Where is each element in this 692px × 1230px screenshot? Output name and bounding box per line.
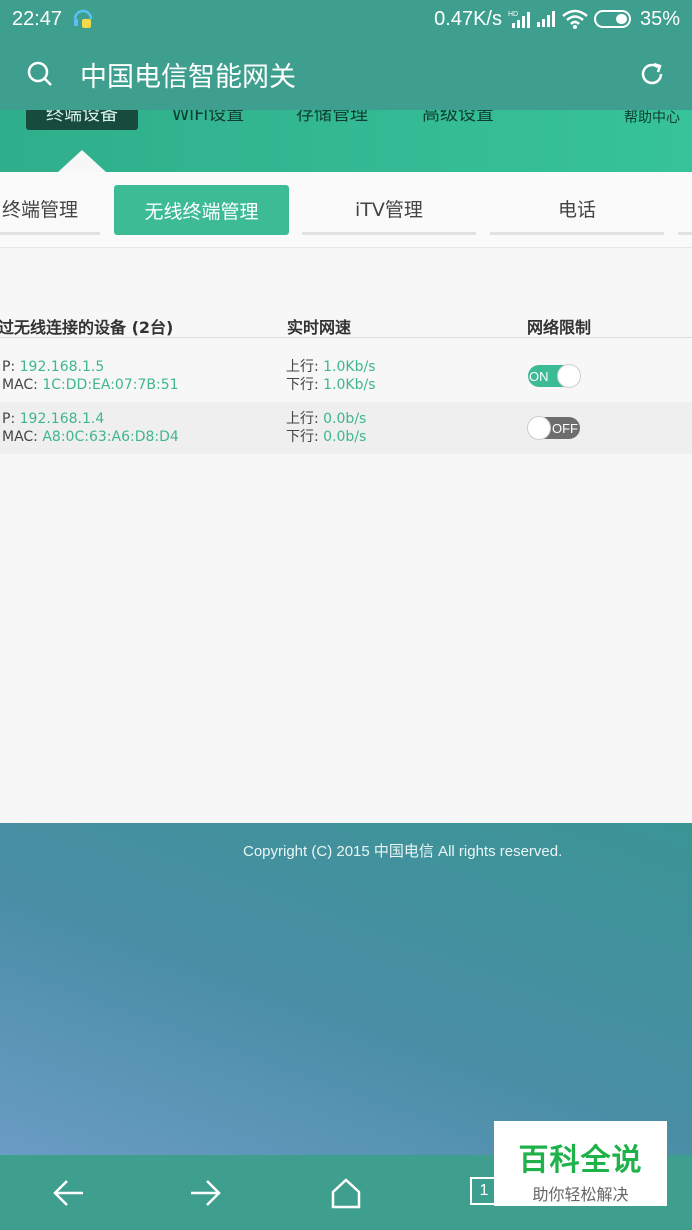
ip-label: P:	[2, 359, 16, 375]
active-nav-caret	[58, 150, 106, 172]
back-arrow-icon[interactable]	[48, 1173, 88, 1213]
device-info: P: 192.168.1.4 MAC: A8:0C:63:A6:D8:D4	[2, 410, 179, 446]
device-table: 过无线连接的设备 (2台) 实时网速 网络限制 P: 192.168.1.5 M…	[0, 300, 692, 454]
col-header-speed: 实时网速	[287, 318, 352, 337]
page-title[interactable]: 中国电信智能网关	[80, 55, 636, 94]
status-time: 22:47	[12, 7, 63, 30]
toggle-label: ON	[529, 368, 549, 384]
tab-wireless-terminal-management[interactable]: 无线终端管理	[114, 185, 289, 235]
nav-item-wifi-settings[interactable]: WiFi设置	[160, 110, 256, 130]
cell-signal-icon	[536, 10, 556, 28]
ip-value: 192.168.1.4	[19, 411, 105, 427]
forward-arrow-icon[interactable]	[186, 1173, 226, 1213]
svg-text:HD: HD	[508, 11, 518, 18]
page-footer: Copyright (C) 2015 中国电信 All rights reser…	[0, 823, 692, 1155]
refresh-icon[interactable]	[636, 58, 668, 90]
upload-label: 上行:	[286, 359, 319, 375]
mac-label: MAC:	[2, 377, 38, 393]
mac-value: 1C:DD:EA:07:7B:51	[42, 377, 179, 393]
battery-percent: 35%	[639, 7, 680, 30]
main-nav: 终端设备 WiFi设置 存储管理 高级设置 帮助中心	[0, 110, 692, 172]
device-info: P: 192.168.1.5 MAC: 1C:DD:EA:07:7B:51	[2, 358, 179, 394]
network-limit-toggle[interactable]: ON	[528, 364, 581, 388]
speed-info: 上行: 1.0Kb/s 下行: 1.0Kb/s	[286, 358, 376, 394]
mac-label: MAC:	[2, 429, 38, 445]
mac-value: A8:0C:63:A6:D8:D4	[42, 429, 179, 445]
table-row: P: 192.168.1.4 MAC: A8:0C:63:A6:D8:D4 上行…	[0, 402, 692, 454]
browser-toolbar: 中国电信智能网关	[0, 38, 692, 110]
nav-item-storage[interactable]: 存储管理	[282, 110, 382, 130]
watermark-subtitle: 助你轻松解决	[532, 1185, 629, 1204]
nav-item-advanced[interactable]: 高级设置	[408, 110, 508, 130]
ip-label: P:	[2, 411, 16, 427]
speed-info: 上行: 0.0b/s 下行: 0.0b/s	[286, 410, 366, 446]
upload-value: 1.0Kb/s	[323, 359, 376, 375]
wifi-icon	[562, 9, 588, 29]
toggle-knob	[557, 364, 581, 388]
search-icon[interactable]	[24, 58, 56, 90]
battery-icon	[593, 9, 634, 29]
download-label: 下行:	[286, 429, 319, 445]
home-icon[interactable]	[326, 1173, 366, 1213]
upload-value: 0.0b/s	[323, 411, 367, 427]
headset-notification-icon	[72, 7, 94, 31]
tab-itv-management[interactable]: iTV管理	[302, 185, 476, 235]
download-label: 下行:	[286, 377, 319, 393]
toggle-label: OFF	[552, 420, 578, 436]
col-header-limit: 网络限制	[527, 318, 592, 337]
download-value: 0.0b/s	[323, 429, 367, 445]
tab-more[interactable]	[678, 185, 692, 235]
upload-label: 上行:	[286, 411, 319, 427]
toggle-knob	[527, 416, 551, 440]
tab-phone[interactable]: 电话	[490, 185, 664, 235]
network-limit-toggle[interactable]: OFF	[527, 416, 580, 440]
download-value: 1.0Kb/s	[323, 377, 376, 393]
table-header: 过无线连接的设备 (2台) 实时网速 网络限制	[0, 300, 692, 338]
table-row: P: 192.168.1.5 MAC: 1C:DD:EA:07:7B:51 上行…	[0, 350, 692, 402]
hd-signal-icon: HD	[508, 9, 530, 29]
sub-tabs: 终端管理 无线终端管理 iTV管理 电话	[0, 172, 692, 248]
status-bar: 22:47 0.47K/s HD 35%	[0, 0, 692, 38]
tab-terminal-management[interactable]: 终端管理	[0, 185, 100, 235]
copyright-text: Copyright (C) 2015 中国电信 All rights reser…	[243, 843, 563, 860]
watermark-title: 百科全说	[518, 1143, 643, 1178]
col-header-devices: 过无线连接的设备 (2台)	[0, 318, 174, 337]
watermark-logo: 百科全说 助你轻松解决	[494, 1121, 667, 1206]
nav-item-terminal-devices[interactable]: 终端设备	[26, 110, 138, 130]
network-speed: 0.47K/s	[434, 7, 502, 30]
nav-item-help[interactable]: 帮助中心	[612, 110, 692, 134]
ip-value: 192.168.1.5	[19, 359, 105, 375]
